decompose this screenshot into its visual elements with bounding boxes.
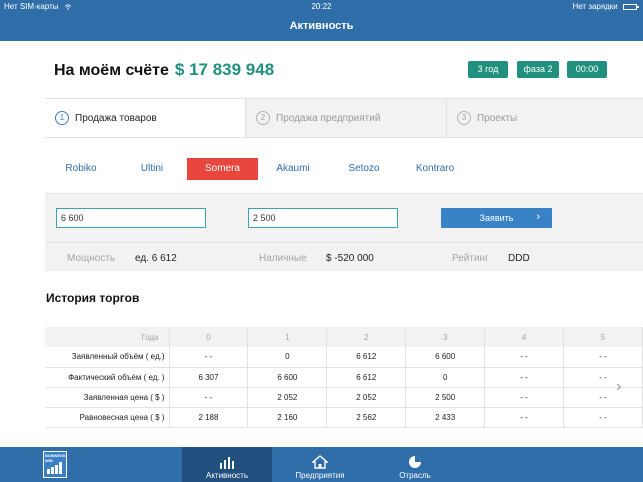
tab-label: Отрасль [399,471,431,480]
pie-chart-icon [409,456,421,468]
status-charging: Нет зарядки [572,2,639,11]
table-row: Заявленная цена ( $ ) - - 2 052 2 052 2 … [45,387,643,408]
table-cell: 2 188 [169,407,249,428]
table-cell: - - [563,387,643,408]
power-value: ед. 6 612 [135,253,177,264]
table-cell: - - [169,387,249,408]
table-cell: 6 600 [247,367,328,388]
row-label: Равновесная цена ( $ ) [45,407,170,428]
table-cell: 2 160 [247,407,328,428]
tab-industry[interactable]: Отрасль [370,447,460,482]
tab-label: Предприятия [295,471,345,480]
company-tab-ultini[interactable]: Ultini [126,158,178,180]
table-cell: 2 500 [405,387,486,408]
status-time: 20:22 [311,2,332,11]
chevron-right-icon: › [536,211,540,223]
phase-badge: фаза 2 [517,61,559,78]
logo-bars-icon [47,462,62,474]
table-cell: - - [484,387,565,408]
account-label: На моём счёте [54,62,169,79]
table-cell: - - [563,367,643,388]
company-tab-somera[interactable]: Somera [187,158,258,180]
power-label: Мощность [67,253,116,264]
row-label: Заявленная цена ( $ ) [45,387,170,408]
company-tab-setozo[interactable]: Setozo [338,158,390,180]
step-tabs: 1 Продажа товаров 2 Продажа предприятий … [45,98,643,138]
bar-chart-icon [220,457,234,469]
history-title: История торгов [46,291,140,305]
order-form: Заявить › Мощность ед. 6 612 Наличные $ … [45,193,643,271]
step-label: Продажа товаров [75,112,157,124]
timer-badge: 00:00 [567,61,607,78]
company-tab-kontraro[interactable]: Kontraro [408,158,462,180]
table-row: Заявленный объём ( ед.) - - 0 6 612 6 60… [45,347,643,368]
table-row: Фактический объём ( ед. ) 6 307 6 600 6 … [45,367,643,388]
rating-value: DDD [508,253,530,264]
column-header-year: 0 [169,327,249,347]
table-cell: - - [484,347,565,368]
column-header-year: 4 [484,327,565,347]
step-number: 2 [256,111,270,125]
table-cell: 6 600 [405,347,486,368]
table-cell: 6 612 [326,367,407,388]
tab-activity[interactable]: Активность [182,447,272,482]
column-header-year: 3 [405,327,486,347]
battery-icon [623,3,639,10]
navigation-bar: Нет SIM-карты 20:22 Нет зарядки Активнос… [0,0,643,41]
table-cell: 6 307 [169,367,249,388]
step-sell-goods[interactable]: 1 Продажа товаров [45,99,245,137]
column-header-year: 1 [247,327,328,347]
table-cell: - - [484,407,565,428]
cash-value: $ -520 000 [326,253,374,264]
step-projects[interactable]: 3 Проекты [447,99,643,137]
row-label: Заявленный объём ( ед.) [45,347,170,368]
table-cell: 0 [247,347,328,368]
company-tab-robiko[interactable]: Robiko [55,158,107,180]
row-label: Фактический объём ( ед. ) [45,367,170,388]
table-cell: 2 562 [326,407,407,428]
table-header-row: Года 0 1 2 3 4 5 [45,327,643,347]
next-page-arrow[interactable]: › [616,378,621,396]
bottom-tab-bar: BUSINESS WIN Активность Предприятия Отра… [0,447,643,482]
step-label: Проекты [477,112,518,124]
step-number: 3 [457,111,471,125]
table-cell: 6 612 [326,347,407,368]
table-cell: 2 052 [247,387,328,408]
company-tab-akaumi[interactable]: Akaumi [267,158,319,180]
column-header-years: Года [45,327,170,347]
table-cell: 2 433 [405,407,486,428]
rating-label: Рейтинг [452,253,489,264]
account-balance: На моём счёте $ 17 839 948 [54,60,274,80]
submit-button[interactable]: Заявить › [441,208,552,228]
tab-enterprises[interactable]: Предприятия [275,447,365,482]
app-logo: BUSINESS WIN [43,451,67,478]
submit-label: Заявить [479,213,514,223]
year-badge: 3 год [468,61,508,78]
volume-input[interactable] [56,208,206,228]
step-sell-enterprises[interactable]: 2 Продажа предприятий [246,99,446,137]
table-cell: - - [169,347,249,368]
tab-label: Активность [205,471,248,480]
table-cell: - - [563,347,643,368]
page-title: Активность [289,20,354,32]
step-label: Продажа предприятий [276,112,381,124]
column-header-year: 2 [326,327,407,347]
history-table: Года 0 1 2 3 4 5 Заявленный объём ( ед.)… [45,327,643,428]
table-cell: 0 [405,367,486,388]
house-icon [312,455,328,469]
cash-label: Наличные [259,253,307,264]
table-cell: - - [563,407,643,428]
divider [45,242,643,243]
column-header-year: 5 [563,327,643,347]
account-amount: $ 17 839 948 [174,60,275,79]
table-cell: - - [484,367,565,388]
table-cell: 2 052 [326,387,407,408]
table-row: Равновесная цена ( $ ) 2 188 2 160 2 562… [45,407,643,428]
price-input[interactable] [248,208,398,228]
step-number: 1 [55,111,69,125]
